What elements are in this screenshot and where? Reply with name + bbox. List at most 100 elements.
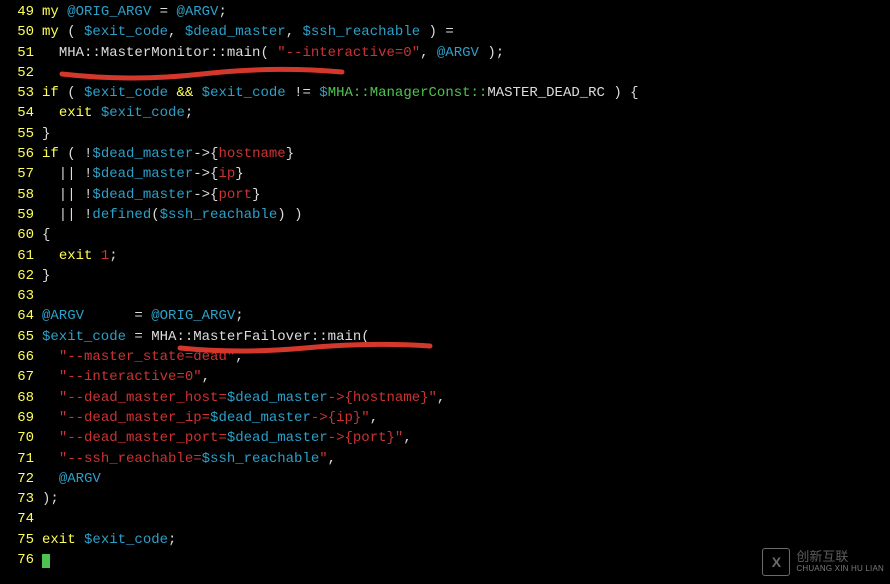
code-line[interactable]: 60{	[0, 225, 890, 245]
code-content[interactable]: MHA::MasterMonitor::main( "--interactive…	[42, 43, 890, 63]
code-token	[42, 248, 59, 264]
code-token: ;	[168, 532, 176, 548]
code-content[interactable]: if ( $exit_code && $exit_code != $MHA::M…	[42, 83, 890, 103]
code-line[interactable]: 64@ARGV = @ORIG_ARGV;	[0, 306, 890, 326]
code-line[interactable]: 74	[0, 509, 890, 529]
code-token	[42, 45, 59, 61]
code-content[interactable]	[42, 63, 890, 83]
code-token	[42, 430, 59, 446]
code-line[interactable]: 52	[0, 63, 890, 83]
cursor	[42, 554, 50, 568]
code-line[interactable]: 50my ( $exit_code, $dead_master, $ssh_re…	[0, 22, 890, 42]
code-token: ;	[218, 4, 226, 20]
code-token: MHA::ManagerConst::	[328, 85, 488, 101]
code-line[interactable]: 66 "--master_state=dead",	[0, 347, 890, 367]
code-token: MHA::MasterMonitor::	[59, 45, 227, 61]
code-token	[92, 105, 100, 121]
code-line[interactable]: 67 "--interactive=0",	[0, 367, 890, 387]
code-content[interactable]: }	[42, 266, 890, 286]
code-content[interactable]: || !$dead_master->{port}	[42, 185, 890, 205]
code-content[interactable]: @ARGV	[42, 469, 890, 489]
code-token: main	[328, 329, 362, 345]
code-line[interactable]: 75exit $exit_code;	[0, 530, 890, 550]
code-line[interactable]: 70 "--dead_master_port=$dead_master->{po…	[0, 428, 890, 448]
line-number: 60	[0, 225, 42, 245]
code-line[interactable]: 58 || !$dead_master->{port}	[0, 185, 890, 205]
code-token: ->{	[193, 187, 218, 203]
code-content[interactable]: "--interactive=0",	[42, 367, 890, 387]
code-token: my	[42, 24, 59, 40]
code-token: exit	[59, 248, 93, 264]
code-editor[interactable]: 49my @ORIG_ARGV = @ARGV;50my ( $exit_cod…	[0, 0, 890, 570]
code-line[interactable]: 65$exit_code = MHA::MasterFailover::main…	[0, 327, 890, 347]
code-token: ip	[336, 410, 353, 426]
code-line[interactable]: 53if ( $exit_code && $exit_code != $MHA:…	[0, 83, 890, 103]
code-token: defined	[92, 207, 151, 223]
line-number: 50	[0, 22, 42, 42]
code-token: ) {	[605, 85, 639, 101]
code-content[interactable]: "--ssh_reachable=$ssh_reachable",	[42, 449, 890, 469]
code-line[interactable]: 51 MHA::MasterMonitor::main( "--interact…	[0, 43, 890, 63]
code-line[interactable]: 69 "--dead_master_ip=$dead_master->{ip}"…	[0, 408, 890, 428]
code-line[interactable]: 73);	[0, 489, 890, 509]
code-token	[92, 248, 100, 264]
code-content[interactable]	[42, 286, 890, 306]
line-number: 75	[0, 530, 42, 550]
code-line[interactable]: 54 exit $exit_code;	[0, 103, 890, 123]
code-token: $ssh_reachable	[160, 207, 278, 223]
code-content[interactable]: my ( $exit_code, $dead_master, $ssh_reac…	[42, 22, 890, 42]
code-content[interactable]: "--dead_master_ip=$dead_master->{ip}",	[42, 408, 890, 428]
code-token: || !	[42, 166, 92, 182]
code-line[interactable]: 63	[0, 286, 890, 306]
code-token: $dead_master	[185, 24, 286, 40]
code-content[interactable]	[42, 509, 890, 529]
code-content[interactable]: );	[42, 489, 890, 509]
code-token: ->{	[328, 390, 353, 406]
code-line[interactable]: 56if ( !$dead_master->{hostname}	[0, 144, 890, 164]
code-line[interactable]: 59 || !defined($ssh_reachable) )	[0, 205, 890, 225]
code-content[interactable]: exit $exit_code;	[42, 103, 890, 123]
code-content[interactable]: "--dead_master_host=$dead_master->{hostn…	[42, 388, 890, 408]
code-line[interactable]: 57 || !$dead_master->{ip}	[0, 164, 890, 184]
code-content[interactable]: }	[42, 124, 890, 144]
code-content[interactable]: $exit_code = MHA::MasterFailover::main(	[42, 327, 890, 347]
code-token: $exit_code	[101, 105, 185, 121]
code-line[interactable]: 72 @ARGV	[0, 469, 890, 489]
watermark-logo-icon: X	[762, 548, 790, 576]
code-content[interactable]: exit $exit_code;	[42, 530, 890, 550]
code-token: @ORIG_ARGV	[151, 308, 235, 324]
code-token: (	[151, 207, 159, 223]
code-token	[42, 369, 59, 385]
line-number: 54	[0, 103, 42, 123]
code-content[interactable]: my @ORIG_ARGV = @ARGV;	[42, 2, 890, 22]
code-line[interactable]: 62}	[0, 266, 890, 286]
code-token: }	[235, 166, 243, 182]
code-token: }	[286, 146, 294, 162]
line-number: 55	[0, 124, 42, 144]
code-content[interactable]: @ARGV = @ORIG_ARGV;	[42, 306, 890, 326]
code-token: ->{	[328, 430, 353, 446]
code-token: "	[319, 451, 327, 467]
code-token: @ARGV	[42, 308, 84, 324]
code-token: ( !	[59, 146, 93, 162]
line-number: 66	[0, 347, 42, 367]
code-token: (	[59, 85, 84, 101]
code-line[interactable]: 49my @ORIG_ARGV = @ARGV;	[0, 2, 890, 22]
code-content[interactable]: || !defined($ssh_reachable) )	[42, 205, 890, 225]
code-token: &&	[176, 85, 193, 101]
code-content[interactable]: {	[42, 225, 890, 245]
code-content[interactable]: "--dead_master_port=$dead_master->{port}…	[42, 428, 890, 448]
code-line[interactable]: 68 "--dead_master_host=$dead_master->{ho…	[0, 388, 890, 408]
line-number: 63	[0, 286, 42, 306]
code-line[interactable]: 76	[0, 550, 890, 570]
code-line[interactable]: 61 exit 1;	[0, 246, 890, 266]
code-content[interactable]: || !$dead_master->{ip}	[42, 164, 890, 184]
code-content[interactable]: if ( !$dead_master->{hostname}	[42, 144, 890, 164]
code-line[interactable]: 71 "--ssh_reachable=$ssh_reachable",	[0, 449, 890, 469]
line-number: 64	[0, 306, 42, 326]
code-line[interactable]: 55}	[0, 124, 890, 144]
code-token: {	[42, 227, 50, 243]
code-content[interactable]: "--master_state=dead",	[42, 347, 890, 367]
code-content[interactable]: exit 1;	[42, 246, 890, 266]
watermark-text-zh: 创新互联	[796, 550, 884, 564]
